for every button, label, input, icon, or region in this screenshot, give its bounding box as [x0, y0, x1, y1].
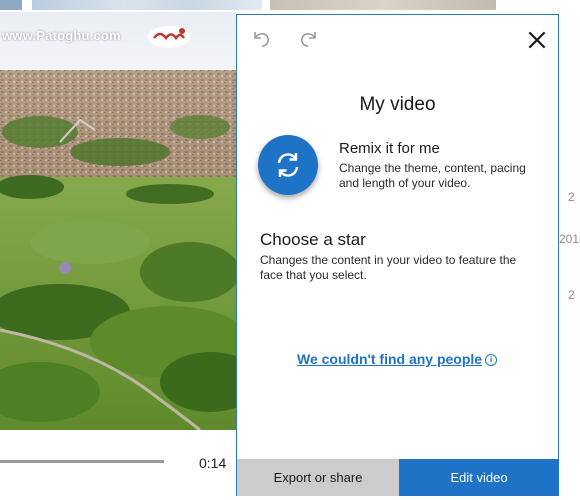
- choose-star-title: Choose a star: [260, 230, 366, 249]
- remix-icon: [277, 153, 299, 177]
- logo-badge: [148, 26, 190, 48]
- find-people-link-label: We couldn't find any people: [297, 351, 483, 367]
- redo-icon[interactable]: [297, 27, 321, 51]
- remix-button[interactable]: [258, 135, 318, 195]
- remix-panel: My video Remix it for me Change the them…: [236, 14, 559, 496]
- edge-text-fragment: 2: [568, 190, 575, 204]
- aerial-landscape-image: [0, 12, 236, 430]
- export-share-button[interactable]: Export or share: [237, 459, 399, 496]
- scrub-track[interactable]: [0, 460, 164, 463]
- thumbnail[interactable]: [32, 0, 262, 10]
- background-thumbnail-strip: [0, 0, 580, 12]
- remix-description: Change the theme, content, pacing and le…: [339, 161, 526, 190]
- choose-star-description: Changes the content in your video to fea…: [260, 253, 517, 282]
- playback-bar: 0:14: [0, 430, 236, 496]
- playback-time: 0:14: [199, 455, 227, 471]
- edge-text-fragment: 2: [568, 288, 575, 302]
- edge-text-fragment: 2018: [559, 232, 580, 246]
- remix-title[interactable]: Remix it for me: [339, 140, 440, 157]
- undo-icon[interactable]: [249, 27, 273, 51]
- thumbnail[interactable]: [270, 0, 496, 10]
- info-icon: i: [485, 354, 498, 366]
- thumbnail[interactable]: [0, 0, 22, 10]
- edit-video-button[interactable]: Edit video: [399, 459, 559, 496]
- watermark-text: www.Patoghu.com: [2, 28, 121, 43]
- video-preview[interactable]: www.Patoghu.com: [0, 12, 236, 430]
- close-icon[interactable]: [525, 28, 549, 52]
- panel-title: My video: [359, 94, 436, 115]
- find-people-link[interactable]: We couldn't find any people i: [297, 351, 498, 367]
